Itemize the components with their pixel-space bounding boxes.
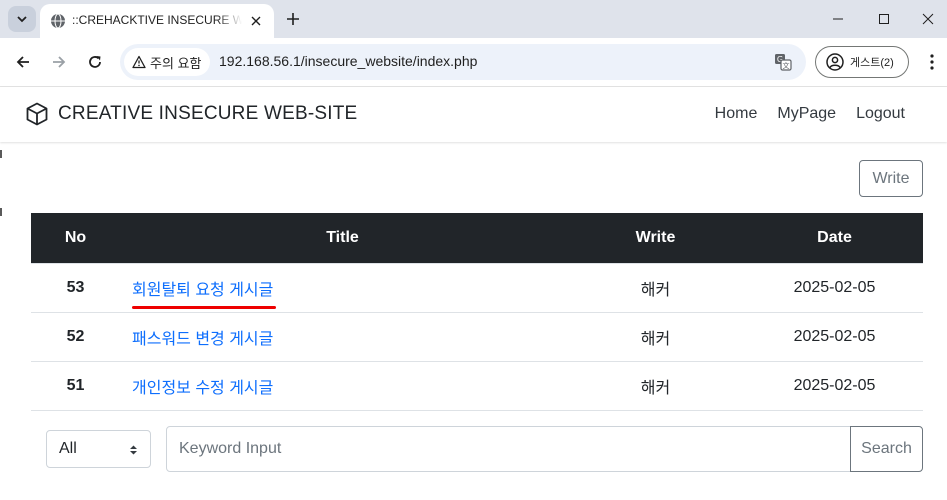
box-icon — [26, 102, 48, 126]
browser-tab-bar: ::CREHACKTIVE INSECURE WEBSITE:: — [0, 0, 947, 38]
post-number: 53 — [31, 263, 120, 313]
reload-icon — [89, 56, 101, 68]
translate-icon: G 文 — [775, 54, 792, 71]
nav-logout-link[interactable]: Logout — [856, 105, 905, 123]
post-writer: 해커 — [565, 263, 746, 313]
post-date: 2025-02-05 — [746, 312, 923, 362]
post-title-link[interactable]: 패스워드 변경 게시글 — [132, 325, 273, 349]
kebab-menu-icon — [930, 54, 934, 70]
forward-button[interactable] — [47, 50, 71, 74]
back-arrow-icon — [16, 56, 29, 68]
table-row: 52 패스워드 변경 게시글 해커 2025-02-05 — [31, 312, 923, 362]
table-row: 53 회원탈퇴 요청 게시글 해커 2025-02-05 — [31, 263, 923, 313]
security-label: 주의 요함 — [150, 55, 202, 71]
person-circle-icon — [826, 53, 844, 71]
post-title-cell: 회원탈퇴 요청 게시글 — [120, 263, 565, 313]
column-header-writer: Write — [565, 213, 746, 264]
svg-text:文: 文 — [783, 61, 790, 70]
plus-icon — [287, 13, 299, 25]
browser-tab[interactable]: ::CREHACKTIVE INSECURE WEBSITE:: — [40, 4, 274, 38]
search-select-value: All — [59, 440, 77, 457]
browser-menu-button[interactable] — [920, 50, 944, 74]
site-brand[interactable]: CREATIVE INSECURE WEB-SITE — [26, 102, 357, 126]
search-field-select[interactable]: All — [46, 430, 151, 468]
post-title-link[interactable]: 개인정보 수정 게시글 — [132, 374, 273, 398]
search-button[interactable]: Search — [850, 426, 923, 472]
post-writer: 해커 — [565, 312, 746, 362]
security-indicator[interactable]: 주의 요함 — [124, 48, 210, 76]
post-number: 52 — [31, 312, 120, 362]
page-edge-mark — [0, 208, 2, 216]
new-tab-button[interactable] — [282, 8, 304, 30]
profile-label: 게스트(2) — [850, 57, 894, 69]
reload-button[interactable] — [83, 50, 107, 74]
table-header-row: No Title Write Date — [31, 213, 923, 264]
updown-caret-icon — [130, 445, 137, 455]
globe-icon — [51, 13, 65, 29]
board-table: No Title Write Date 53 회원탈퇴 요청 게시글 해커 20… — [31, 213, 923, 411]
tab-title: ::CREHACKTIVE INSECURE WEBSITE:: — [72, 13, 242, 27]
warning-triangle-icon — [132, 55, 146, 69]
maximize-button[interactable] — [872, 8, 896, 30]
post-title-cell: 개인정보 수정 게시글 — [120, 361, 565, 411]
post-writer: 해커 — [565, 361, 746, 411]
back-button[interactable] — [11, 50, 35, 74]
page-edge-mark — [0, 150, 2, 158]
column-header-no: No — [31, 213, 120, 264]
profile-button[interactable]: 게스트(2) — [815, 46, 909, 78]
post-title-link[interactable]: 회원탈퇴 요청 게시글 — [132, 276, 277, 309]
translate-button[interactable]: G 文 — [772, 51, 794, 73]
post-date: 2025-02-05 — [746, 263, 923, 313]
table-row: 51 개인정보 수정 게시글 해커 2025-02-05 — [31, 361, 923, 411]
maximize-icon — [879, 14, 889, 24]
post-title-cell: 패스워드 변경 게시글 — [120, 312, 565, 362]
site-navbar: CREATIVE INSECURE WEB-SITE Home MyPage L… — [0, 87, 947, 142]
minimize-icon — [833, 18, 843, 20]
close-icon — [251, 16, 261, 26]
nav-mypage-link[interactable]: MyPage — [777, 105, 836, 123]
chevron-down-icon — [17, 16, 27, 23]
keyword-input[interactable] — [166, 426, 851, 472]
tab-close-button[interactable] — [248, 13, 264, 29]
url-text: 192.168.56.1/insecure_website/index.php — [219, 53, 478, 69]
write-button[interactable]: Write — [859, 160, 923, 197]
nav-home-link[interactable]: Home — [715, 105, 758, 123]
post-number: 51 — [31, 361, 120, 411]
tab-search-button[interactable] — [8, 6, 36, 32]
brand-title: CREATIVE INSECURE WEB-SITE — [58, 103, 358, 124]
close-window-button[interactable] — [916, 8, 940, 30]
browser-toolbar: 주의 요함 192.168.56.1/insecure_website/inde… — [0, 38, 947, 87]
minimize-button[interactable] — [826, 8, 850, 30]
forward-arrow-icon — [53, 56, 66, 68]
post-date: 2025-02-05 — [746, 361, 923, 411]
column-header-date: Date — [746, 213, 923, 264]
nav-links: Home MyPage Logout — [715, 105, 905, 123]
column-header-title: Title — [120, 213, 565, 264]
close-window-icon — [922, 13, 934, 25]
address-bar[interactable]: 주의 요함 192.168.56.1/insecure_website/inde… — [120, 44, 806, 80]
